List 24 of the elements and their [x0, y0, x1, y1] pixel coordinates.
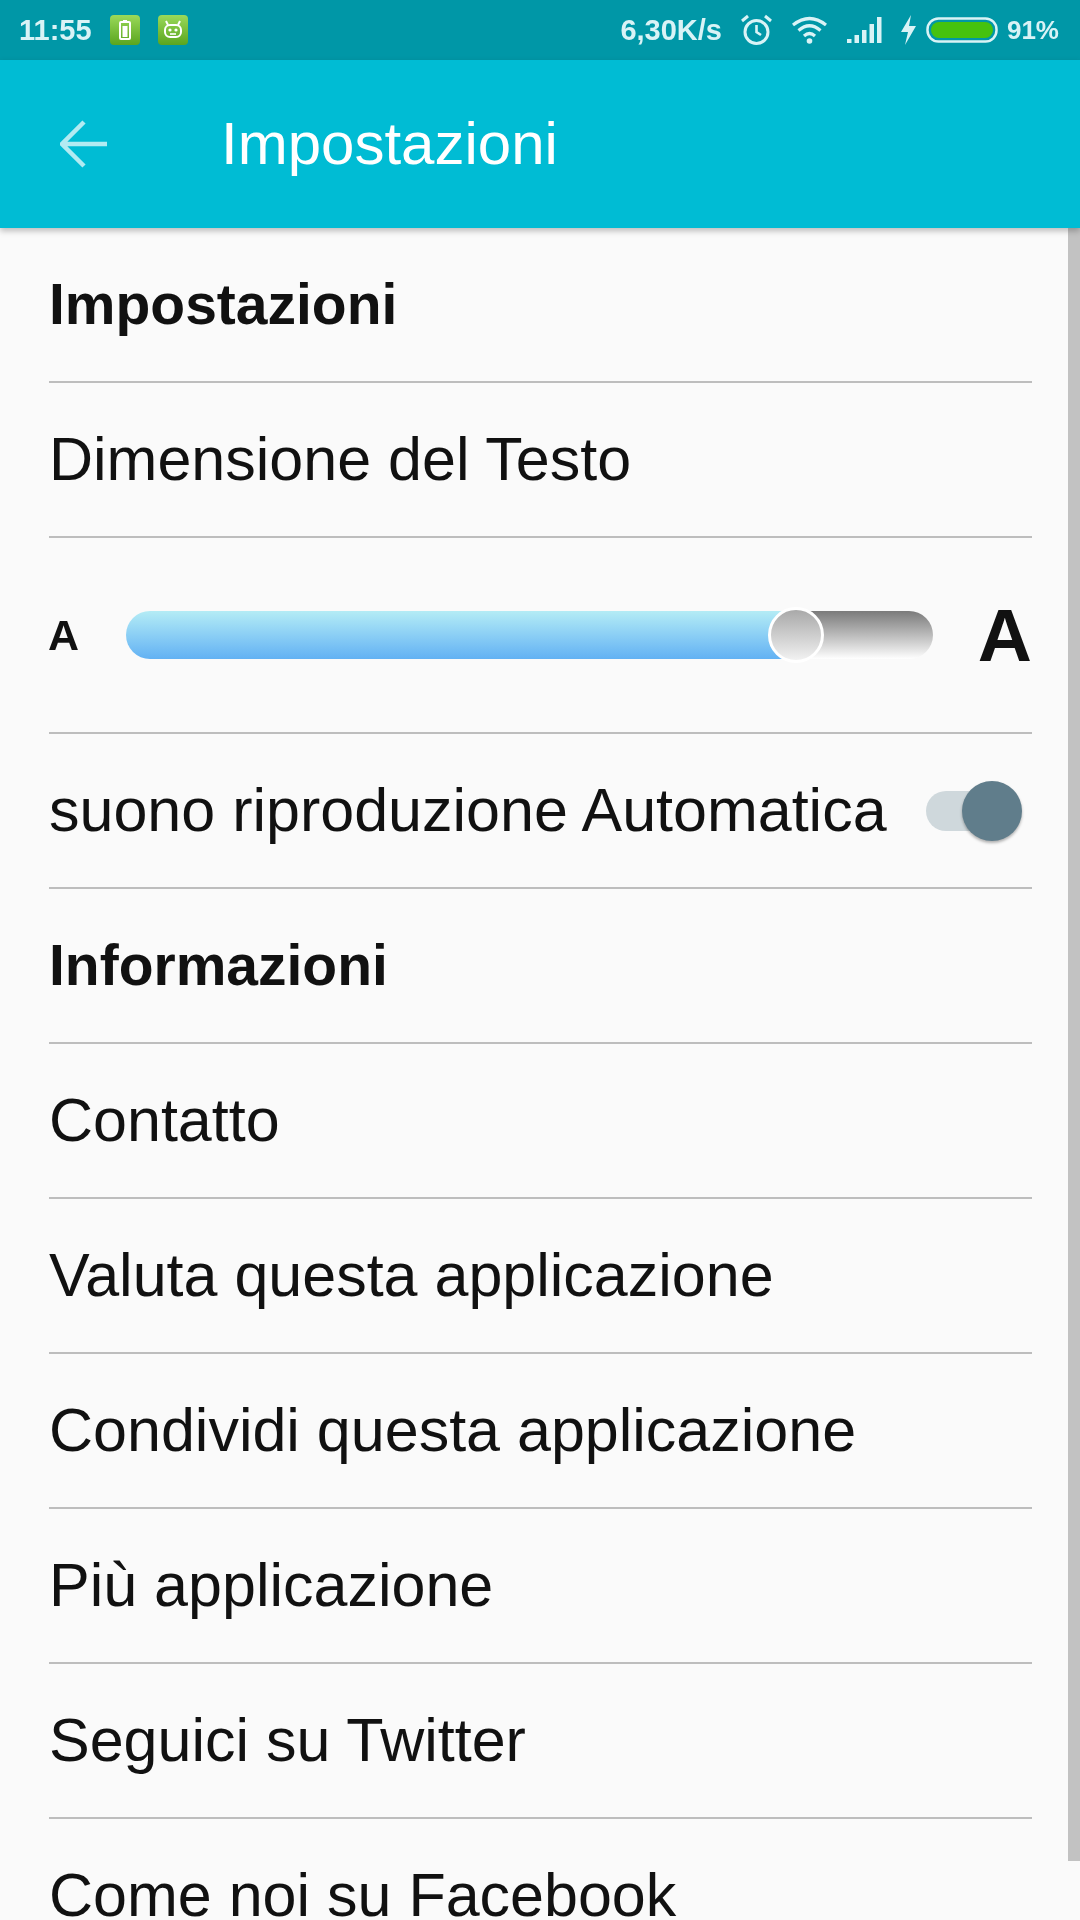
signal-icon — [846, 17, 883, 43]
settings-item[interactable]: Dimensione del Testo — [49, 383, 1032, 538]
settings-item[interactable]: Contatto — [49, 1044, 1032, 1199]
robot-tile-icon — [157, 15, 188, 45]
battery-percent: 91% — [1006, 17, 1059, 43]
settings-item[interactable]: Come noi su Facebook — [49, 1819, 1032, 1920]
network-speed: 6,30K/s — [620, 15, 722, 45]
settings-item[interactable]: Seguici su Twitter — [49, 1664, 1032, 1819]
app-bar-title: Impostazioni — [221, 114, 558, 174]
settings-item[interactable]: Valuta questa applicazione — [49, 1199, 1032, 1354]
battery-tile-icon — [109, 15, 140, 45]
back-icon — [60, 120, 108, 168]
settings-item[interactable]: Condividi questa applicazione — [49, 1354, 1032, 1509]
status-time: 11:55 — [19, 15, 92, 45]
toggle-switch[interactable] — [926, 780, 1022, 841]
settings-item[interactable]: Più applicazione — [49, 1509, 1032, 1664]
alarm-clock-icon — [739, 13, 773, 47]
battery-icon — [925, 17, 998, 43]
large-text-size-label: A — [977, 597, 1032, 673]
charging-bolt-icon — [899, 15, 917, 45]
wifi-icon — [790, 16, 828, 44]
section-header: Informazioni — [49, 937, 388, 994]
text-size-slider[interactable] — [126, 607, 933, 663]
small-text-size-label: A — [48, 613, 78, 657]
